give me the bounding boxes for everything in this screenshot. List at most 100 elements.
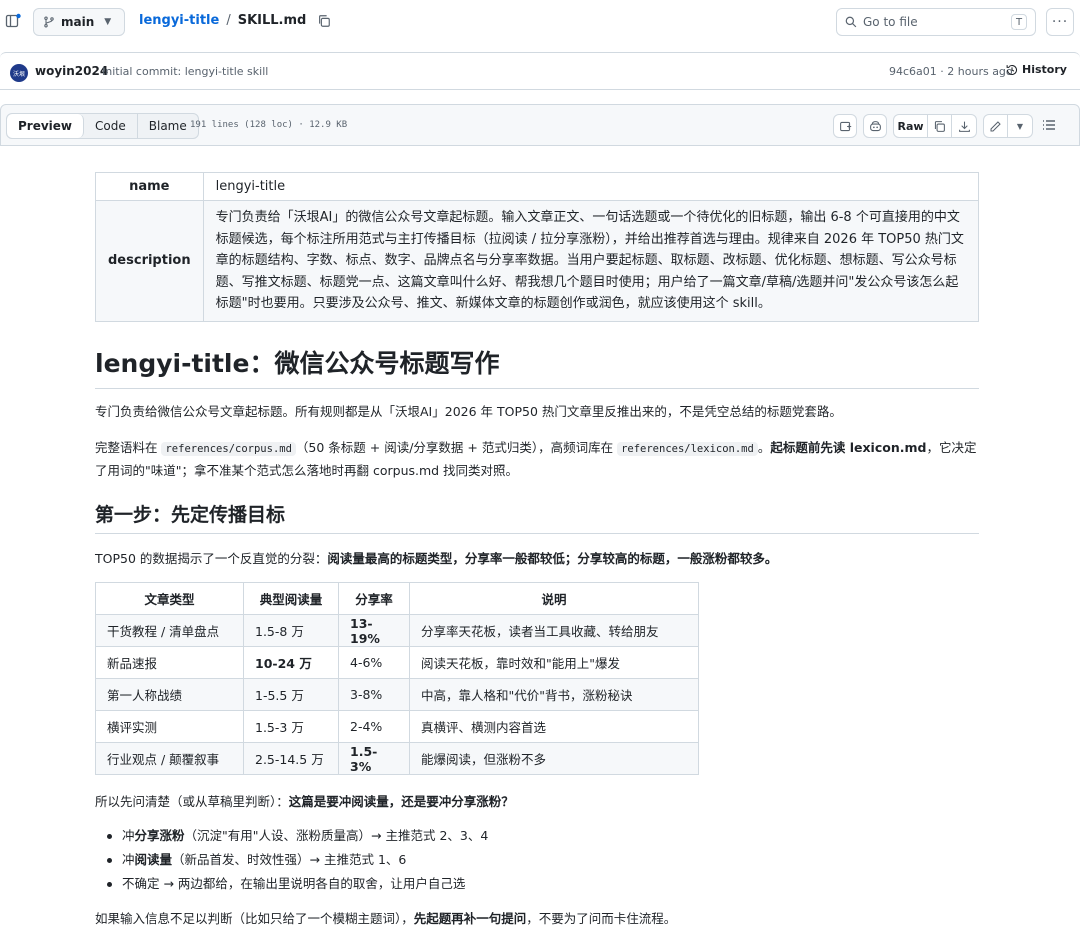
paragraph-text: 。 [757,440,771,455]
paragraph-text: 完整语料在 [95,440,162,455]
table-header: 说明 [409,582,699,615]
go-to-file-input[interactable]: Go to file T [836,8,1036,36]
branch-selector[interactable]: main ▼ [33,8,125,36]
bold-text: 阅读量 [134,852,173,867]
breadcrumb-repo-link[interactable]: lengyi-title [139,13,219,28]
raw-button[interactable]: Raw [894,115,928,137]
search-icon [845,16,857,28]
copilot-icon [869,120,881,131]
paragraph-text: （50 条标题 + 阅读/分享数据 + 范式归类），高频词库在 [295,440,618,455]
bold-text: 分享涨粉 [134,828,185,843]
chevron-down-icon: ▼ [1016,121,1024,131]
git-branch-icon [44,16,54,28]
table-header: 分享率 [338,582,410,615]
copy-icon [934,120,945,132]
raw-actions: Raw [893,114,977,138]
branch-name: main [61,15,95,29]
copilot-button[interactable] [833,114,857,138]
table-cell: 1.5-8 万 [243,614,339,647]
table-row: 横评实测 1.5-3 万 2-4% 真横评、横测内容首选 [95,710,699,743]
tab-code[interactable]: Code [84,114,138,138]
question-paragraph: 所以先问清楚（或从草稿里判断）：这篇是要冲阅读量，还是要冲分享涨粉？ [95,791,979,812]
bold-text: 先起题再补一句提问 [413,911,527,926]
inline-code: references/corpus.md [161,442,296,456]
paragraph-text: ，不要为了问而卡住流程。 [526,911,677,926]
frontmatter-value: 专门负责给「沃垠AI」的微信公众号文章起标题。输入文章正文、一句话选题或一个待优… [202,200,980,322]
view-mode-switch: Preview Code Blame [6,113,199,139]
bold-text: 这篇是要冲阅读量，还是要冲分享涨粉？ [288,794,514,809]
intro-paragraph: 专门负责给微信公众号文章起标题。所有规则都是从「沃垠AI」2026 年 TOP5… [95,404,842,419]
list-item: 冲分享涨粉（沉淀"有用"人设、涨粉质量高）→ 主推范式 2、3、4 [107,826,488,850]
table-cell: 2.5-14.5 万 [243,742,339,775]
table-cell: 横评实测 [95,710,244,743]
table-cell: 新品速报 [95,646,244,679]
history-label: History [1022,63,1067,76]
paragraph-text: TOP50 的数据揭示了一个反直觉的分裂： [95,551,328,566]
list-item: 不确定 → 两边都给，在输出里说明各自的取舍，让用户自己选 [107,874,488,898]
table-row: 第一人称战绩 1-5.5 万 3-8% 中高，靠人格和"代价"背书，涨粉秘诀 [95,678,699,711]
table-cell: 干货教程 / 清单盘点 [95,614,244,647]
history-button[interactable]: History [1006,63,1067,76]
inline-code: references/lexicon.md [617,442,758,456]
breadcrumb-separator: / [226,13,231,28]
table-row: 行业观点 / 颠覆叙事 2.5-14.5 万 1.5-3% 能爆阅读，但涨粉不多 [95,742,699,775]
edit-dropdown-button[interactable]: ▼ [1008,115,1032,137]
list-text: （新品首发、时效性强）→ 主推范式 1、6 [172,852,407,867]
commit-meta[interactable]: 94c6a01 · 2 hours ago [889,65,1013,78]
more-options-button[interactable]: ··· [1046,8,1074,36]
download-button[interactable] [952,115,976,137]
breadcrumb-file: SKILL.md [237,13,307,28]
table-cell: 1.5-3 万 [243,710,339,743]
avatar[interactable]: 沃垠 [10,64,28,82]
copy-path-icon[interactable] [317,14,331,28]
table-cell: 10-24 万 [243,646,339,679]
frontmatter: name lengyi-title description 专门负责给「沃垠AI… [95,172,980,322]
table-cell: 1.5-3% [338,742,410,775]
file-info: 191 lines (128 loc) · 12.9 KB [190,120,348,130]
table-cell: 2-4% [338,710,410,743]
bold-text: 起标题前先读 lexicon.md [770,440,927,455]
list-text: 冲 [122,828,135,843]
copilot-chat-button[interactable] [863,114,887,138]
paragraph-text: 所以先问清楚（或从草稿里判断）： [95,794,289,809]
table-cell: 13-19% [338,614,410,647]
section-heading: 第一步：先定传播目标 [95,500,979,534]
table-row: 干货教程 / 清单盘点 1.5-8 万 13-19% 分享率天花板，读者当工具收… [95,614,699,647]
breadcrumb: lengyi-title / SKILL.md [139,13,331,28]
table-cell: 行业观点 / 颠覆叙事 [95,742,244,775]
table-row: name lengyi-title [95,172,980,201]
file-toolbar: Preview Code Blame 191 lines (128 loc) ·… [0,104,1080,146]
page-title: lengyi-title：微信公众号标题写作 [95,344,979,389]
table-header: 典型阅读量 [243,582,339,615]
shortcut-key: T [1011,14,1027,30]
history-icon [1006,64,1018,75]
sidebar-toggle-icon[interactable] [5,13,21,29]
outline-icon[interactable] [1041,117,1057,133]
go-to-file-placeholder: Go to file [863,15,918,29]
table-cell: 中高，靠人格和"代价"背书，涨粉秘诀 [409,678,699,711]
table-header-row: 文章类型 典型阅读量 分享率 说明 [95,582,699,615]
commit-author[interactable]: woyin2024 [35,64,108,78]
frontmatter-key: name [95,172,204,201]
bold-text: 阅读量最高的标题类型，分享率一般都较低；分享较高的标题，一般涨粉都较多。 [327,551,778,566]
references-paragraph: 完整语料在 references/corpus.md （50 条标题 + 阅读/分… [95,437,979,481]
add-to-chat-icon [839,121,851,131]
table-cell: 4-6% [338,646,410,679]
list-text: 不确定 → 两边都给，在输出里说明各自的取舍，让用户自己选 [122,876,466,891]
tab-preview[interactable]: Preview [7,114,85,138]
table-cell: 阅读天花板，靠时效和"能用上"爆发 [409,646,699,679]
list-item: 冲阅读量（新品首发、时效性强）→ 主推范式 1、6 [107,850,488,874]
table-cell: 真横评、横测内容首选 [409,710,699,743]
edit-button[interactable] [984,115,1008,137]
commit-message[interactable]: Initial commit: lengyi-title skill [102,65,268,78]
copy-raw-button[interactable] [928,115,952,137]
pencil-icon [990,120,1001,131]
frontmatter-key: description [95,200,204,322]
list-text: （沉淀"有用"人设、涨粉质量高）→ 主推范式 2、3、4 [184,828,489,843]
table-cell: 第一人称战绩 [95,678,244,711]
tab-blame[interactable]: Blame [138,114,198,138]
table-cell: 1-5.5 万 [243,678,339,711]
table-cell: 3-8% [338,678,410,711]
download-icon [958,121,970,132]
data-table: 文章类型 典型阅读量 分享率 说明 干货教程 / 清单盘点 1.5-8 万 13… [95,582,699,775]
